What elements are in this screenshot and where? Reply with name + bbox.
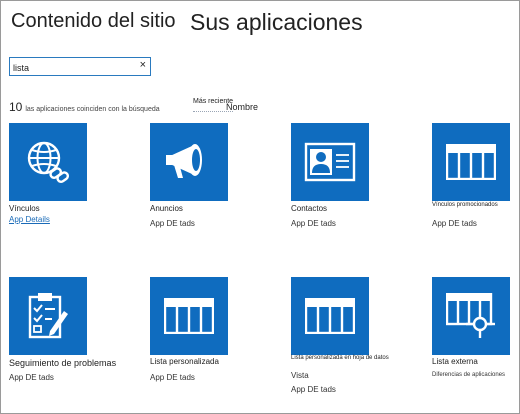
app-tile-contactos[interactable]	[291, 123, 369, 201]
app-tile-seguimiento-problemas[interactable]	[9, 277, 87, 355]
page-title: Sus aplicaciones	[190, 9, 363, 35]
app-tile-anuncios[interactable]	[150, 123, 228, 201]
app-tile-vinculos[interactable]	[9, 123, 87, 201]
search-box[interactable]: ×	[9, 57, 151, 77]
app-sub-contactos: App DE tads	[291, 219, 336, 228]
site-contents-title[interactable]: Contenido del sitio	[11, 10, 176, 33]
app-tile-lista-personalizada[interactable]	[150, 277, 228, 355]
external-list-icon	[446, 293, 495, 338]
list-grid-icon	[164, 298, 214, 334]
window-frame: Contenido del sitio Sus aplicaciones × 1…	[0, 0, 520, 414]
results-count: 10	[9, 100, 23, 114]
app-sub-lista-hoja-datos: Vista	[291, 371, 309, 380]
sort-by-name[interactable]: Nombre	[226, 102, 258, 112]
app-name-seguimiento-problemas: Seguimiento de problemas	[9, 358, 117, 368]
app-name-lista-externa: Lista externa	[432, 357, 478, 366]
clear-search-icon[interactable]: ×	[140, 59, 146, 71]
list-grid-icon	[446, 144, 496, 180]
app-tile-lista-hoja-datos[interactable]	[291, 277, 369, 355]
app-name-vinculos: Vínculos	[9, 204, 40, 213]
app-sub-lista-personalizada: App DE tads	[150, 373, 195, 382]
app-name-vinculos-promocionados: Vínculos promocionados	[432, 202, 498, 208]
app-name-lista-personalizada: Lista personalizada	[150, 357, 219, 366]
search-input[interactable]	[10, 59, 130, 77]
list-grid-icon	[305, 298, 355, 334]
app-name-lista-hoja-datos: Lista personalizada en hoja de datos	[291, 355, 389, 361]
app-sub-vinculos-promocionados: App DE tads	[432, 219, 477, 228]
app-name-anuncios: Anuncios	[150, 204, 183, 213]
app-sub-anuncios: App DE tads	[150, 219, 195, 228]
app-tile-lista-externa[interactable]	[432, 277, 510, 355]
contact-card-icon	[304, 142, 356, 182]
app-tile-vinculos-promocionados[interactable]	[432, 123, 510, 201]
app-details-link[interactable]: App Details	[9, 215, 50, 224]
clipboard-checklist-icon	[28, 293, 68, 339]
app-sub2-lista-hoja-datos: App DE tads	[291, 385, 336, 394]
app-sub-lista-externa: Diferencias de aplicaciones	[432, 372, 506, 378]
megaphone-icon	[166, 144, 202, 178]
results-text: las aplicaciones coinciden con la búsque…	[25, 106, 160, 113]
app-sub-seguimiento-problemas: App DE tads	[9, 373, 54, 382]
globe-link-icon	[27, 141, 70, 183]
results-summary: 10 las aplicaciones coinciden con la búsq…	[9, 98, 160, 114]
app-name-contactos: Contactos	[291, 204, 328, 213]
